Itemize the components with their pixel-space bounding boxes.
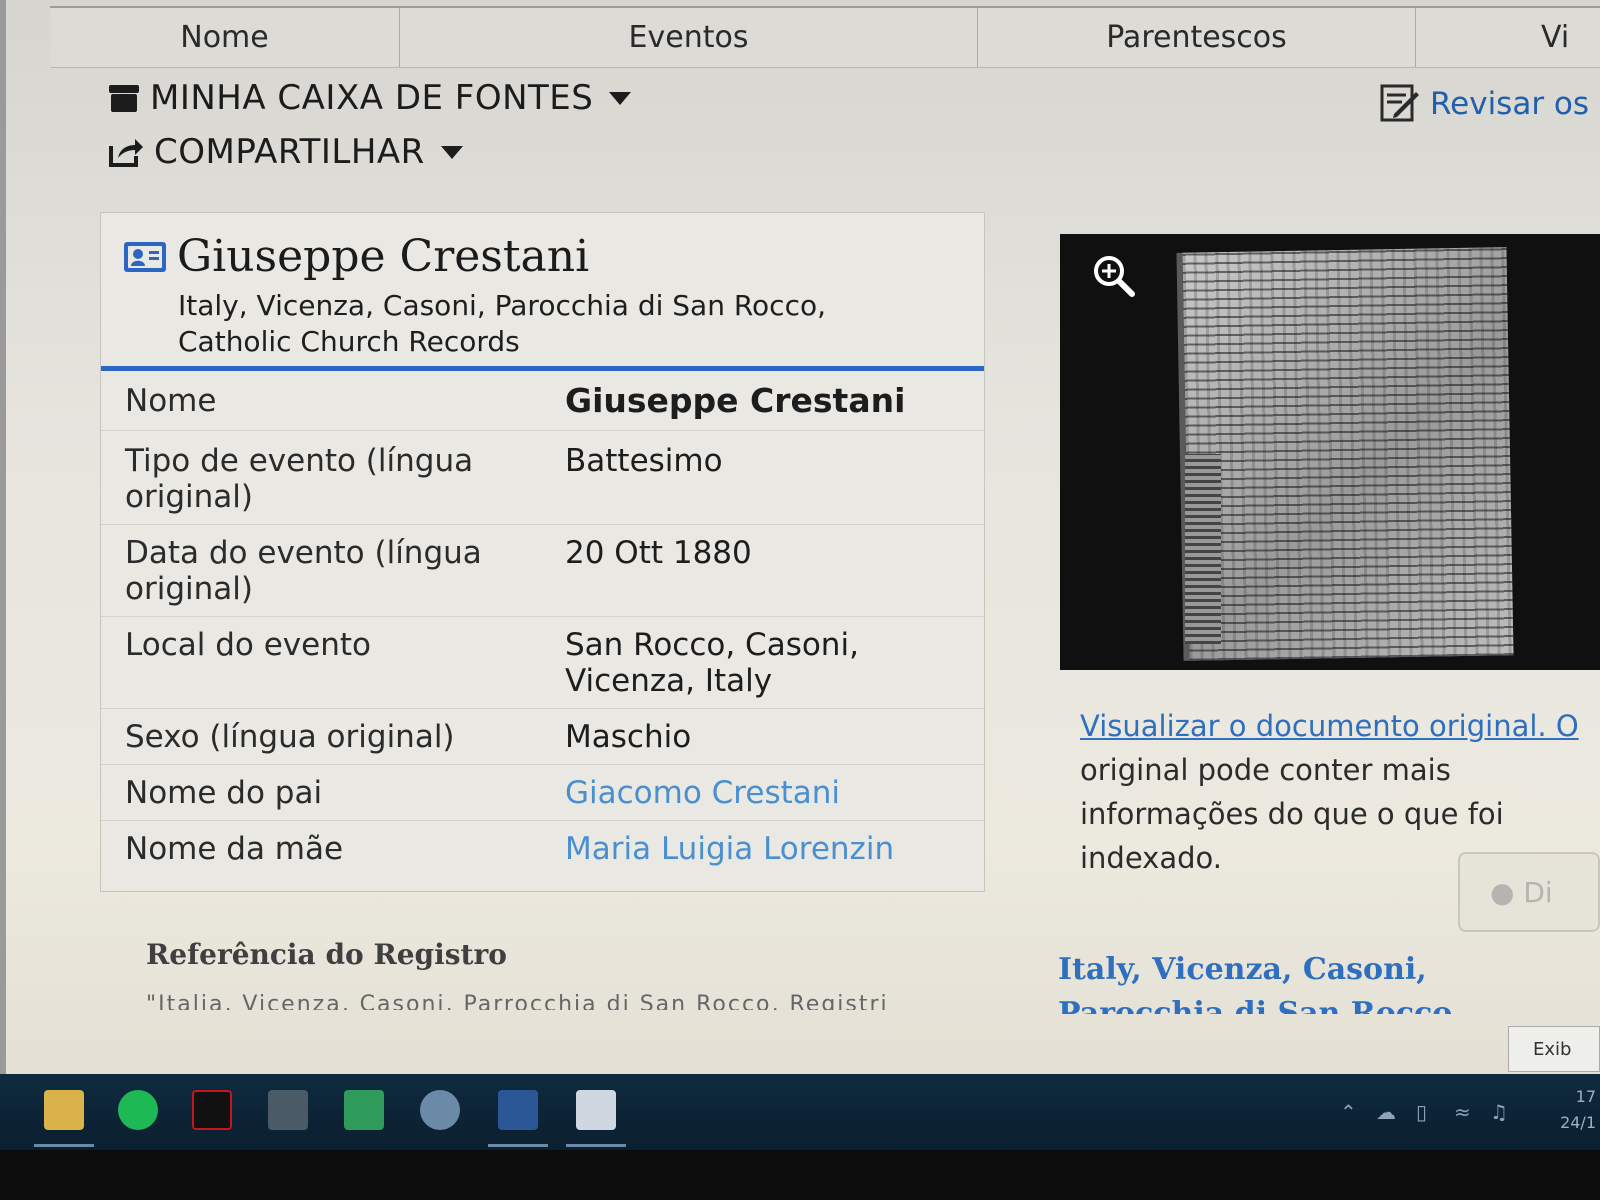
source-box-label: MINHA CAIXA DE FONTES	[150, 78, 594, 118]
collection-link[interactable]: Italy, Vicenza, Casoni, Parocchia di San…	[1058, 948, 1600, 1014]
photos-icon[interactable]	[576, 1090, 616, 1130]
row-value: Giuseppe Crestani	[565, 381, 906, 420]
exib-button[interactable]: Exib	[1508, 1026, 1600, 1072]
review-edit-icon	[1380, 84, 1419, 122]
row-value: Battesimo	[565, 443, 723, 479]
view-original-link-tail[interactable]: O	[1547, 709, 1579, 743]
clock-date: 24/1	[1560, 1113, 1596, 1132]
system-clock[interactable]: 17 24/1	[1560, 1084, 1596, 1136]
tab-eventos[interactable]: Eventos	[400, 8, 978, 67]
viewer-description-text: original pode conter mais informações do…	[1080, 753, 1504, 875]
father-link[interactable]: Giacomo Crestani	[565, 775, 965, 820]
row-name: Nome Giuseppe Crestani	[101, 371, 984, 431]
source-box-button[interactable]: MINHA CAIXA DE FONTES	[108, 78, 632, 118]
collection-name: Italy, Vicenza, Casoni, Parocchia di San…	[178, 289, 827, 358]
calculator-icon[interactable]	[268, 1090, 308, 1130]
document-image-viewer[interactable]	[1060, 234, 1600, 670]
active-indicator	[34, 1144, 94, 1147]
share-icon	[109, 139, 143, 167]
tip-button[interactable]: ● Di	[1458, 852, 1600, 932]
row-value: 20 Ott 1880	[565, 535, 752, 571]
netflix-icon[interactable]	[192, 1090, 232, 1130]
share-label: COMPARTILHAR	[154, 132, 425, 172]
active-indicator	[488, 1144, 548, 1147]
battery-icon[interactable]: ▯	[1416, 1100, 1427, 1124]
row-event-type: Tipo de evento (língua original) Battesi…	[101, 431, 984, 525]
archive-box-icon	[109, 85, 139, 112]
record-card: Giuseppe Crestani Italy, Vicenza, Casoni…	[100, 212, 985, 892]
tip-button-label: Di	[1523, 876, 1553, 909]
document-thumbnail[interactable]	[1176, 247, 1514, 661]
record-header: Giuseppe Crestani Italy, Vicenza, Casoni…	[101, 213, 984, 371]
row-label: Local do evento	[125, 627, 371, 663]
mother-link[interactable]: Maria Luigia Lorenzin	[565, 831, 965, 881]
caret-down-icon	[609, 91, 632, 105]
tab-parentescos[interactable]: Parentescos	[978, 8, 1416, 67]
tab-nome[interactable]: Nome	[50, 8, 400, 67]
caret-down-icon	[440, 145, 463, 159]
clock-time: 17	[1575, 1087, 1596, 1106]
view-original-link[interactable]: Visualizar o documento original.	[1080, 709, 1547, 743]
spotify-icon[interactable]	[118, 1090, 158, 1130]
document-edge	[1185, 454, 1221, 644]
row-label: Sexo (língua original)	[125, 719, 455, 755]
file-explorer-icon[interactable]	[44, 1090, 84, 1130]
row-value: San Rocco, Casoni, Vicenza, Italy	[565, 627, 859, 699]
screen-edge	[0, 0, 6, 1074]
lightbulb-icon: ●	[1490, 876, 1515, 909]
review-label: Revisar os	[1430, 86, 1590, 122]
chevron-up-icon[interactable]: ⌃	[1340, 1100, 1357, 1124]
row-label: Nome da mãe	[125, 831, 344, 867]
row-label: Tipo de evento (língua original)	[125, 443, 474, 515]
row-label: Data do evento (língua original)	[125, 535, 482, 607]
row-label: Nome do pai	[125, 775, 323, 811]
id-card-icon	[124, 241, 166, 272]
taskbar: ⌃ ☁ ▯ ≈ ♫ 17 24/1	[0, 1074, 1600, 1150]
cloud-icon[interactable]: ☁	[1376, 1100, 1396, 1124]
row-label: Nome	[125, 383, 217, 419]
volume-icon[interactable]: ♫	[1490, 1100, 1508, 1124]
word-icon[interactable]	[498, 1090, 538, 1130]
active-indicator	[566, 1144, 626, 1147]
tab-vi[interactable]: Vi	[1416, 8, 1600, 67]
reference-text: "Italia, Vicenza, Casoni, Parrocchia di …	[146, 992, 889, 1010]
row-father: Nome do pai Giacomo Crestani	[101, 765, 984, 821]
browser-page: Nome Eventos Parentescos Vi MINHA CAIXA …	[0, 0, 1600, 1120]
record-title: Giuseppe Crestani	[123, 231, 984, 282]
zoom-in-icon[interactable]	[1092, 254, 1136, 298]
satellite-icon[interactable]	[420, 1090, 460, 1130]
row-event-date: Data do evento (língua original) 20 Ott …	[101, 525, 984, 617]
person-name: Giuseppe Crestani	[177, 231, 590, 282]
row-sex: Sexo (língua original) Maschio	[101, 709, 984, 765]
screen-bezel	[0, 1150, 1600, 1200]
whatsapp-icon[interactable]	[344, 1090, 384, 1130]
row-value: Maschio	[565, 719, 692, 755]
wifi-icon[interactable]: ≈	[1454, 1100, 1471, 1124]
row-mother: Nome da mãe Maria Luigia Lorenzin	[101, 821, 984, 881]
reference-title: Referência do Registro	[146, 938, 507, 971]
share-button[interactable]: COMPARTILHAR	[108, 132, 463, 172]
column-tabs: Nome Eventos Parentescos Vi	[50, 6, 1600, 68]
review-link[interactable]: Revisar os	[1380, 84, 1589, 124]
row-event-place: Local do evento San Rocco, Casoni, Vicen…	[101, 617, 984, 709]
